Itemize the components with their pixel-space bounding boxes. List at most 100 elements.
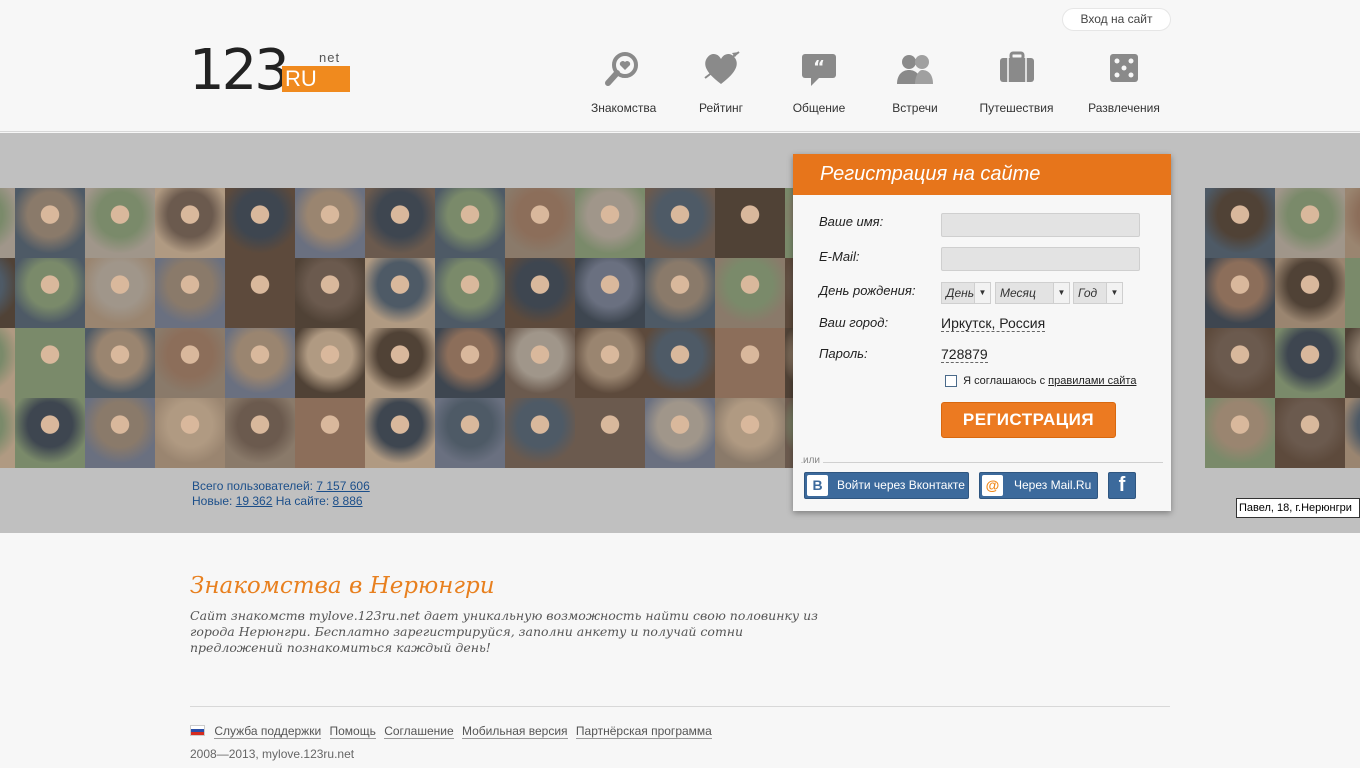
- stats-total-link[interactable]: 7 157 606: [316, 479, 369, 493]
- member-photo[interactable]: [1345, 328, 1360, 398]
- nav-meetings[interactable]: Встречи: [891, 48, 939, 115]
- mailru-login-button[interactable]: @ Через Mail.Ru: [979, 472, 1098, 499]
- member-photo[interactable]: [645, 258, 715, 328]
- member-photo[interactable]: [505, 258, 575, 328]
- password-value[interactable]: 728879: [941, 346, 988, 363]
- member-photo[interactable]: [365, 398, 435, 468]
- member-photo[interactable]: [575, 188, 645, 258]
- member-photo[interactable]: [15, 328, 85, 398]
- member-photo[interactable]: [225, 398, 295, 468]
- member-photo[interactable]: [0, 258, 15, 328]
- member-photo[interactable]: [85, 188, 155, 258]
- facebook-login-button[interactable]: f: [1108, 472, 1136, 499]
- name-input[interactable]: [941, 213, 1140, 237]
- member-photo[interactable]: [85, 398, 155, 468]
- member-photo[interactable]: [295, 398, 365, 468]
- member-photo[interactable]: [1205, 328, 1275, 398]
- birthday-day-select[interactable]: День ▼: [941, 282, 991, 304]
- stats-online-link[interactable]: 8 886: [333, 494, 363, 508]
- member-photo[interactable]: [575, 258, 645, 328]
- nav-travel[interactable]: Путешествия: [979, 48, 1054, 115]
- member-photo[interactable]: [715, 258, 785, 328]
- russia-flag-icon[interactable]: [190, 725, 205, 736]
- nav-chat[interactable]: “ Общение: [792, 48, 846, 115]
- member-photo[interactable]: [225, 328, 295, 398]
- member-photo[interactable]: [295, 328, 365, 398]
- member-photo[interactable]: [225, 188, 295, 258]
- member-photo[interactable]: [505, 398, 575, 468]
- member-photo[interactable]: [1345, 188, 1360, 258]
- member-photo[interactable]: [155, 398, 225, 468]
- member-photo[interactable]: [85, 258, 155, 328]
- suitcase-icon: [999, 51, 1034, 82]
- site-logo[interactable]: 123 net RU: [189, 38, 354, 110]
- member-photo[interactable]: [435, 258, 505, 328]
- footer-link-partner[interactable]: Партнёрская программа: [575, 724, 712, 739]
- nav-label: Путешествия: [979, 101, 1054, 115]
- member-photo[interactable]: [155, 258, 225, 328]
- member-photo[interactable]: [1345, 398, 1360, 468]
- member-photo[interactable]: [155, 328, 225, 398]
- stats-new-label: Новые:: [192, 494, 233, 508]
- member-photo[interactable]: [645, 328, 715, 398]
- member-photo[interactable]: [435, 188, 505, 258]
- birthday-month-select[interactable]: Месяц ▼: [995, 282, 1070, 304]
- member-photo[interactable]: [505, 188, 575, 258]
- member-photo[interactable]: [0, 328, 15, 398]
- member-photo[interactable]: [645, 188, 715, 258]
- member-photo[interactable]: [575, 328, 645, 398]
- member-photo[interactable]: [365, 188, 435, 258]
- member-photo[interactable]: [1345, 258, 1360, 328]
- member-photo[interactable]: [295, 188, 365, 258]
- chevron-down-icon: ▼: [1106, 283, 1122, 303]
- birthday-year-select[interactable]: Год ▼: [1073, 282, 1123, 304]
- member-photo[interactable]: [715, 188, 785, 258]
- footer-link-agreement[interactable]: Соглашение: [384, 724, 454, 739]
- city-selector[interactable]: Иркутск, Россия: [941, 315, 1046, 332]
- footer-link-mobile[interactable]: Мобильная версия: [461, 724, 568, 739]
- agree-terms: Я соглашаюсь с правилами сайта: [945, 375, 1136, 388]
- member-photo[interactable]: [1205, 188, 1275, 258]
- member-photo[interactable]: [1275, 258, 1345, 328]
- stats-new-link[interactable]: 19 362: [236, 494, 273, 508]
- member-photo[interactable]: [575, 398, 645, 468]
- member-photo[interactable]: [155, 188, 225, 258]
- nav-rating[interactable]: Рейтинг: [694, 48, 748, 115]
- member-photo[interactable]: [15, 188, 85, 258]
- member-photo[interactable]: [0, 188, 15, 258]
- footer-link-help[interactable]: Помощь: [329, 724, 376, 739]
- member-photo[interactable]: [645, 398, 715, 468]
- member-photo[interactable]: [1275, 188, 1345, 258]
- terms-link[interactable]: правилами сайта: [1048, 375, 1136, 387]
- site-header: Вход на сайт 123 net RU Знакомства Рейти…: [0, 0, 1360, 132]
- member-photo[interactable]: [365, 258, 435, 328]
- member-photo[interactable]: [1275, 328, 1345, 398]
- login-button[interactable]: Вход на сайт: [1062, 8, 1171, 31]
- member-photo[interactable]: [15, 398, 85, 468]
- member-photo[interactable]: [225, 258, 295, 328]
- agree-checkbox[interactable]: [945, 375, 957, 388]
- member-photo[interactable]: [505, 328, 575, 398]
- footer-link-support[interactable]: Служба поддержки: [214, 724, 322, 739]
- member-photo[interactable]: [715, 398, 785, 468]
- day-value: День: [946, 286, 975, 300]
- member-photo[interactable]: [435, 398, 505, 468]
- nav-label: Рейтинг: [698, 101, 744, 115]
- nav-fun[interactable]: Развлечения: [1087, 48, 1161, 115]
- member-photo[interactable]: [295, 258, 365, 328]
- member-photo[interactable]: [0, 398, 15, 468]
- member-photo[interactable]: [15, 258, 85, 328]
- member-photo[interactable]: [435, 328, 505, 398]
- member-photo[interactable]: [1205, 398, 1275, 468]
- member-photo[interactable]: [1205, 258, 1275, 328]
- member-photo[interactable]: [1275, 398, 1345, 468]
- member-photo[interactable]: [715, 328, 785, 398]
- member-photo[interactable]: [365, 328, 435, 398]
- search-heart-icon: [605, 52, 638, 86]
- people-icon: [897, 55, 933, 84]
- register-button[interactable]: РЕГИСТРАЦИЯ: [941, 402, 1116, 438]
- email-input[interactable]: [941, 247, 1140, 271]
- nav-dating[interactable]: Знакомства: [591, 48, 656, 115]
- member-photo[interactable]: [85, 328, 155, 398]
- vk-login-button[interactable]: В Войти через Вконтакте: [804, 472, 969, 499]
